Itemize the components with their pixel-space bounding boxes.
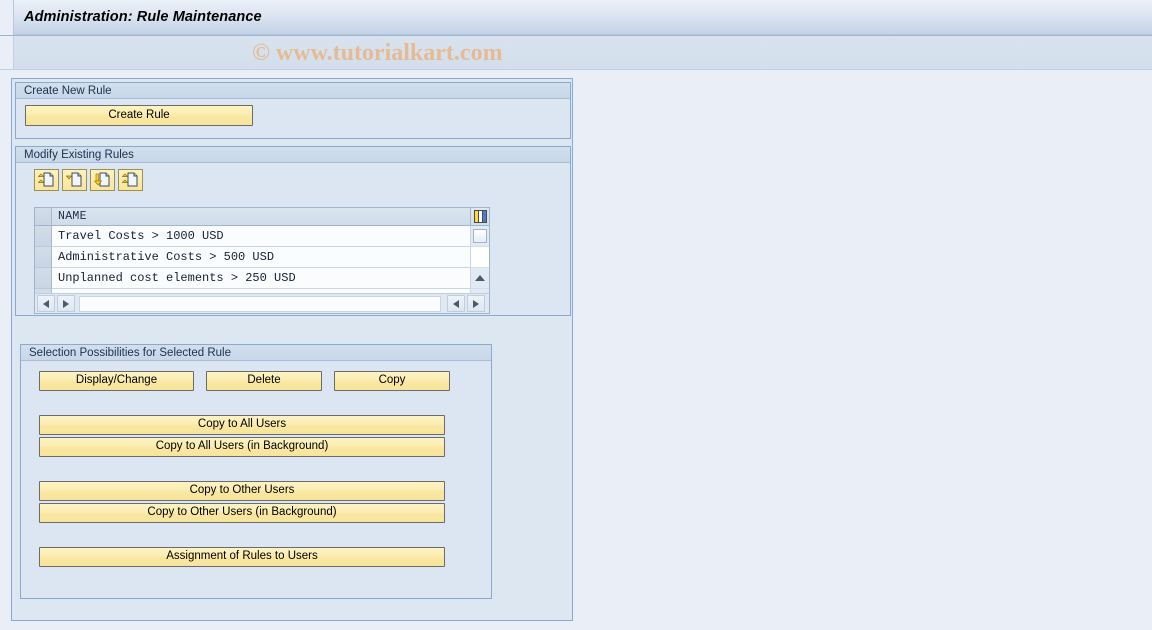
- row-select-cell[interactable]: [35, 226, 52, 247]
- table-row[interactable]: Unplanned cost elements > 250 USD: [35, 268, 489, 289]
- delete-button[interactable]: Delete: [206, 371, 322, 391]
- expand-collapse-icon-button[interactable]: [118, 169, 143, 191]
- modify-existing-rules-group-title: Modify Existing Rules: [16, 147, 570, 163]
- table-columns-icon: [473, 210, 487, 223]
- selection-possibilities-group: Selection Possibilities for Selected Rul…: [20, 344, 492, 599]
- scroll-page-left-button[interactable]: [447, 295, 465, 312]
- copy-to-other-users-button[interactable]: Copy to Other Users: [39, 481, 445, 501]
- selection-possibilities-group-title: Selection Possibilities for Selected Rul…: [21, 345, 491, 361]
- vertical-scrollbar-thumb-area[interactable]: [471, 226, 489, 247]
- cell-rule-name[interactable]: Travel Costs > 1000 USD: [52, 226, 471, 247]
- selection-possibilities-group-body: Display/Change Delete Copy Copy to All U…: [21, 361, 491, 597]
- copy-to-other-users-background-button[interactable]: Copy to Other Users (in Background): [39, 503, 445, 523]
- copy-button[interactable]: Copy: [334, 371, 450, 391]
- create-new-rule-group-body: Create Rule: [16, 99, 570, 137]
- copy-to-all-users-button[interactable]: Copy to All Users: [39, 415, 445, 435]
- display-change-button[interactable]: Display/Change: [39, 371, 194, 391]
- modify-existing-rules-group: Modify Existing Rules NAME Travel Costs …: [15, 146, 571, 316]
- collapse-all-icon-button[interactable]: [62, 169, 87, 191]
- horizontal-scrollbar-track[interactable]: [79, 295, 441, 312]
- select-all-cell[interactable]: [35, 208, 52, 225]
- assignment-of-rules-to-users-button[interactable]: Assignment of Rules to Users: [39, 547, 445, 567]
- expand-collapse-icon: [122, 172, 138, 187]
- cell-rule-name[interactable]: Administrative Costs > 500 USD: [52, 247, 471, 268]
- scroll-up-button[interactable]: [471, 268, 489, 289]
- create-new-rule-group: Create New Rule Create Rule: [15, 82, 571, 139]
- watermark-band-left-gutter: [0, 36, 14, 69]
- table-row[interactable]: Administrative Costs > 500 USD: [35, 247, 489, 268]
- watermark-band: © www.tutorialkart.com: [0, 36, 1152, 70]
- cell-rule-name[interactable]: Unplanned cost elements > 250 USD: [52, 268, 471, 289]
- title-bar-left-gutter: [0, 0, 14, 35]
- row-select-cell[interactable]: [35, 247, 52, 268]
- chevron-left-icon: [43, 299, 49, 308]
- expand-all-icon-button[interactable]: [34, 169, 59, 191]
- sort-descending-icon: [94, 172, 110, 187]
- modify-existing-rules-group-body: NAME Travel Costs > 1000 USD Administrat…: [16, 163, 570, 314]
- collapse-all-icon: [66, 172, 82, 187]
- rules-table[interactable]: NAME Travel Costs > 1000 USD Administrat…: [34, 207, 490, 314]
- column-header-name[interactable]: NAME: [52, 208, 471, 225]
- table-header-row: NAME: [35, 208, 489, 226]
- scroll-left-button[interactable]: [37, 295, 55, 312]
- watermark-text: © www.tutorialkart.com: [252, 40, 503, 66]
- horizontal-scrollbar[interactable]: [35, 293, 489, 313]
- chevron-right-icon: [473, 299, 479, 308]
- window-title-bar: Administration: Rule Maintenance: [0, 0, 1152, 36]
- expand-all-icon: [38, 172, 54, 187]
- chevron-left-icon: [453, 299, 459, 308]
- chevron-up-icon: [475, 275, 485, 281]
- page-title: Administration: Rule Maintenance: [24, 9, 262, 25]
- sort-descending-icon-button[interactable]: [90, 169, 115, 191]
- main-content-panel: Create New Rule Create Rule Modify Exist…: [11, 78, 573, 621]
- chevron-right-icon: [63, 299, 69, 308]
- row-select-cell[interactable]: [35, 268, 52, 289]
- scroll-right-button[interactable]: [57, 295, 75, 312]
- scroll-page-right-button[interactable]: [467, 295, 485, 312]
- table-row[interactable]: Travel Costs > 1000 USD: [35, 226, 489, 247]
- copy-to-all-users-background-button[interactable]: Copy to All Users (in Background): [39, 437, 445, 457]
- create-new-rule-group-title: Create New Rule: [16, 83, 570, 99]
- create-rule-button[interactable]: Create Rule: [25, 105, 253, 126]
- vertical-scrollbar-track[interactable]: [471, 247, 489, 268]
- vertical-scrollbar-thumb[interactable]: [473, 229, 487, 243]
- table-settings-button[interactable]: [471, 208, 489, 225]
